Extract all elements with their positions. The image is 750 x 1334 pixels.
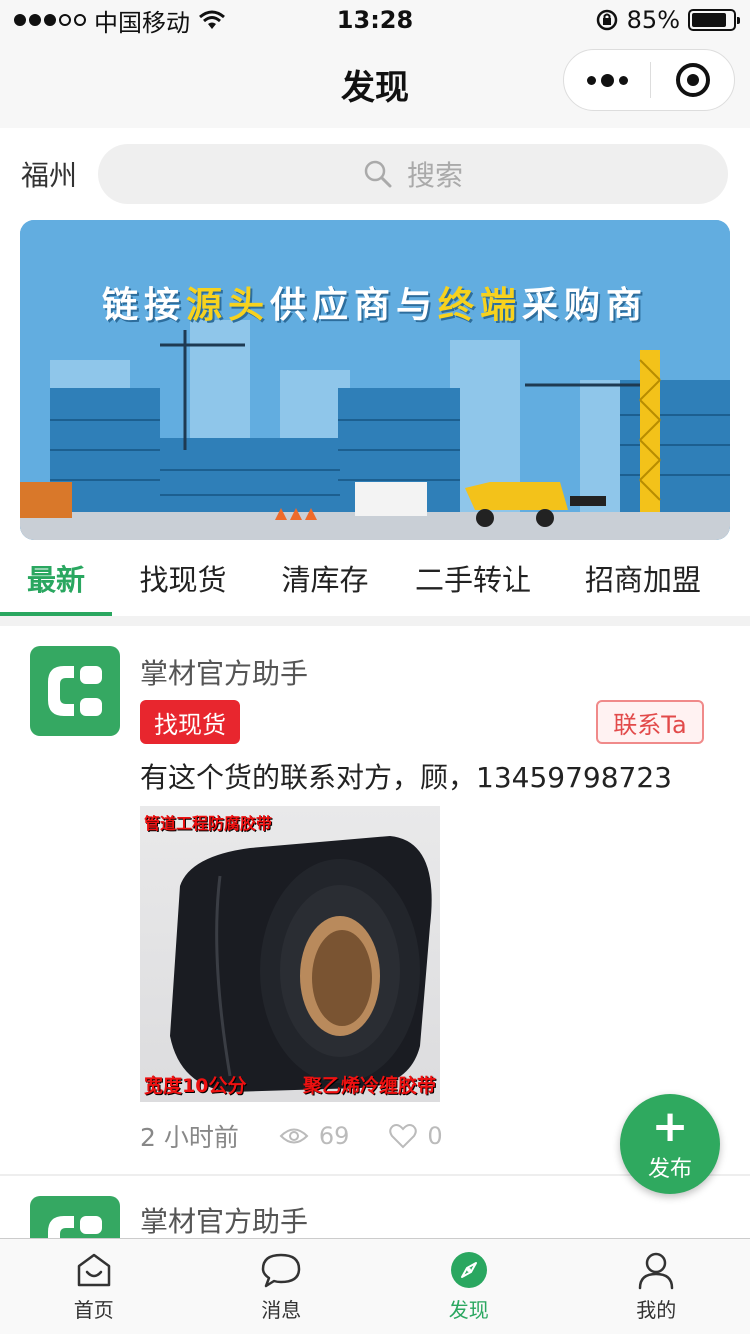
chat-icon <box>262 1253 301 1288</box>
tabbar-label-discover: 发现 <box>448 1298 489 1322</box>
avatar[interactable] <box>30 646 120 736</box>
promo-banner[interactable]: 链接源头供应商与终端采购商 <box>20 220 730 540</box>
status-left: 中国移动 <box>14 3 226 38</box>
publish-label: 发布 <box>647 1157 692 1182</box>
tab-find-stock[interactable]: 找现货 <box>126 540 240 616</box>
tabbar-item-home[interactable]: 首页 <box>0 1239 188 1334</box>
tabbar-item-me[interactable]: 我的 <box>563 1239 750 1334</box>
signal-strength-icon <box>14 14 86 26</box>
like-count-value: 0 <box>427 1122 443 1150</box>
more-options-button[interactable] <box>564 50 650 110</box>
city-selector[interactable]: 福州 <box>0 154 98 194</box>
nav-bar: 发现 <box>0 40 750 128</box>
tabbar-item-messages[interactable]: 消息 <box>188 1239 376 1334</box>
feed-post[interactable]: 掌材官方助手 <box>0 1176 750 1238</box>
status-right: 85% <box>595 6 740 34</box>
image-caption-product: 聚乙烯冷缠胶带 <box>302 1075 436 1097</box>
target-icon <box>675 63 710 97</box>
banner-section: 链接源头供应商与终端采购商 <box>0 220 750 540</box>
publish-button[interactable]: + 发布 <box>620 1094 720 1194</box>
tab-latest[interactable]: 最新 <box>0 540 112 616</box>
carrier-label: 中国移动 <box>94 8 190 37</box>
rotation-lock-icon <box>596 9 617 31</box>
status-bar: 中国移动 13:28 85% <box>0 0 750 40</box>
tab-clear-inventory[interactable]: 清库存 <box>268 540 382 616</box>
view-count-value: 69 <box>318 1122 350 1150</box>
avatar[interactable] <box>30 1196 120 1238</box>
tabbar-label-messages: 消息 <box>261 1298 302 1322</box>
banner-text-5: 采购商 <box>522 285 649 326</box>
banner-text-4: 终端 <box>438 285 523 326</box>
post-author[interactable]: 掌材官方助手 <box>140 652 308 692</box>
image-caption-width: 宽度10公分 <box>144 1075 247 1097</box>
banner-text-2: 源头 <box>185 285 270 326</box>
like-button[interactable]: 0 <box>389 1122 443 1150</box>
bottom-tab-bar: 首页 消息 发现 我的 <box>0 1238 750 1334</box>
post-time: 2 小时前 <box>140 1123 239 1152</box>
tabbar-item-discover[interactable]: 发现 <box>375 1239 563 1334</box>
image-caption-top: 管道工程防腐胶带 <box>144 814 273 833</box>
view-count: 69 <box>279 1122 350 1150</box>
banner-title: 链接源头供应商与终端采购商 <box>20 276 730 328</box>
post-image[interactable]: 管道工程防腐胶带 宽度10公分 聚乙烯冷缠胶带 <box>140 806 440 1102</box>
post-meta: 2 小时前 69 0 <box>140 1118 483 1154</box>
search-icon <box>364 160 392 188</box>
user-icon <box>639 1252 674 1290</box>
plus-icon: + <box>651 1101 689 1152</box>
category-tabs: 最新 找现货 清库存 二手转让 招商加盟 <box>0 540 750 616</box>
feed-post[interactable]: 掌材官方助手 找现货 联系Ta 有这个货的联系对方，顾，13459798723 … <box>0 626 750 1176</box>
tabbar-label-home: 首页 <box>73 1298 114 1322</box>
search-row: 福州 搜索 <box>0 128 750 220</box>
heart-icon <box>389 1124 418 1149</box>
tabbar-label-me: 我的 <box>636 1298 677 1322</box>
battery-percent: 85% <box>626 6 680 34</box>
tab-second-hand[interactable]: 二手转让 <box>410 540 536 616</box>
miniprogram-capsule <box>563 49 735 111</box>
banner-text-3: 供应商与 <box>269 285 438 326</box>
construction-scene-illustration <box>20 220 730 540</box>
post-category-tag: 找现货 <box>140 700 240 744</box>
tab-franchise[interactable]: 招商加盟 <box>576 540 710 616</box>
home-icon <box>77 1253 110 1287</box>
banner-text-1: 链接 <box>101 285 186 326</box>
search-input[interactable]: 搜索 <box>98 144 728 204</box>
zhangcai-logo-icon <box>48 1216 102 1238</box>
eye-icon <box>279 1128 309 1144</box>
contact-button[interactable]: 联系Ta <box>596 700 704 744</box>
post-content: 有这个货的联系对方，顾，13459798723 <box>140 761 672 794</box>
close-miniprogram-button[interactable] <box>651 50 734 110</box>
tape-roll-illustration <box>170 836 432 1092</box>
compass-icon <box>450 1252 487 1288</box>
post-author[interactable]: 掌材官方助手 <box>140 1200 308 1238</box>
zhangcai-logo-icon <box>48 666 102 716</box>
wifi-icon <box>199 10 225 29</box>
battery-icon <box>688 9 740 31</box>
search-placeholder: 搜索 <box>406 159 463 192</box>
